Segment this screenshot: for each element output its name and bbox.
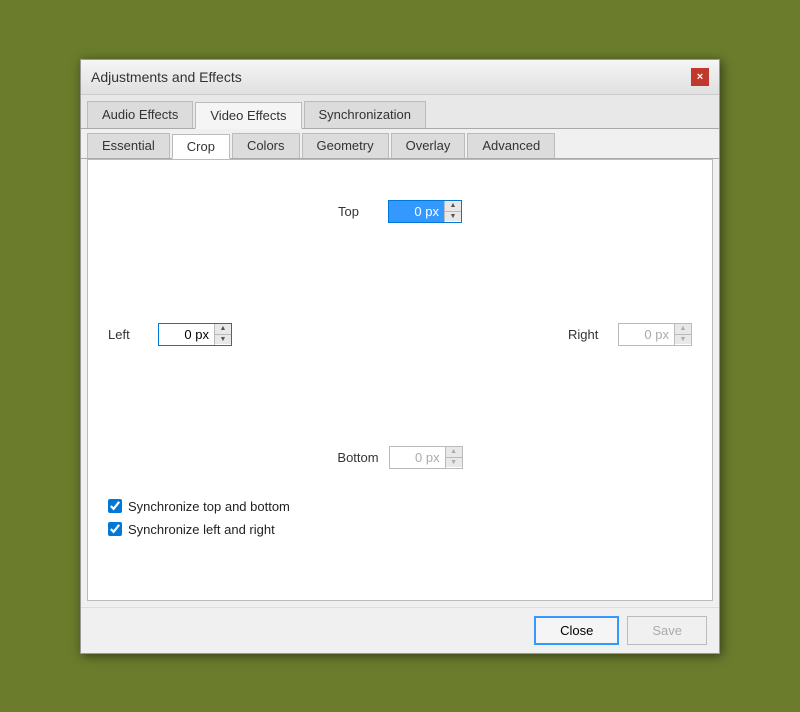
left-input[interactable] bbox=[159, 324, 214, 345]
bottom-row: Bottom ▲ ▼ bbox=[337, 446, 462, 469]
save-button[interactable]: Save bbox=[627, 616, 707, 645]
right-spin-down[interactable]: ▼ bbox=[675, 334, 691, 344]
left-spin-up[interactable]: ▲ bbox=[215, 324, 231, 334]
left-spin-buttons: ▲ ▼ bbox=[214, 324, 231, 345]
left-group: Left ▲ ▼ bbox=[108, 323, 232, 346]
adjustments-effects-dialog: Adjustments and Effects × Audio Effects … bbox=[80, 59, 720, 654]
top-spin-input[interactable]: ▲ ▼ bbox=[388, 200, 462, 223]
dialog-footer: Close Save bbox=[81, 607, 719, 653]
left-spin-down[interactable]: ▼ bbox=[215, 334, 231, 344]
checkboxes-group: Synchronize top and bottom Synchronize l… bbox=[108, 499, 290, 537]
sync-top-bottom-checkbox[interactable] bbox=[108, 499, 122, 513]
tab-audio-effects[interactable]: Audio Effects bbox=[87, 101, 193, 128]
close-button[interactable]: Close bbox=[534, 616, 619, 645]
tab-overlay[interactable]: Overlay bbox=[391, 133, 466, 158]
tab-geometry[interactable]: Geometry bbox=[302, 133, 389, 158]
left-label: Left bbox=[108, 327, 148, 342]
bottom-input[interactable] bbox=[390, 447, 445, 468]
right-spin-buttons: ▲ ▼ bbox=[674, 324, 691, 345]
crop-grid: Top ▲ ▼ Left ▲ ▼ bbox=[108, 180, 692, 580]
title-bar: Adjustments and Effects × bbox=[81, 60, 719, 95]
tab-essential[interactable]: Essential bbox=[87, 133, 170, 158]
top-spin-down[interactable]: ▼ bbox=[445, 211, 461, 221]
bottom-spin-input[interactable]: ▲ ▼ bbox=[389, 446, 463, 469]
bottom-spin-down[interactable]: ▼ bbox=[446, 457, 462, 467]
tab-advanced[interactable]: Advanced bbox=[467, 133, 555, 158]
bottom-label: Bottom bbox=[337, 450, 378, 465]
right-input[interactable] bbox=[619, 324, 674, 345]
right-group: Right ▲ ▼ bbox=[568, 323, 692, 346]
dialog-title: Adjustments and Effects bbox=[91, 69, 242, 85]
top-input[interactable] bbox=[389, 201, 444, 222]
tab-synchronization[interactable]: Synchronization bbox=[304, 101, 427, 128]
sync-top-bottom-label: Synchronize top and bottom bbox=[128, 499, 290, 514]
main-tab-bar: Audio Effects Video Effects Synchronizat… bbox=[81, 95, 719, 129]
right-spin-input[interactable]: ▲ ▼ bbox=[618, 323, 692, 346]
top-spin-up[interactable]: ▲ bbox=[445, 201, 461, 211]
sub-tab-bar: Essential Crop Colors Geometry Overlay A… bbox=[81, 129, 719, 159]
bottom-spin-up[interactable]: ▲ bbox=[446, 447, 462, 457]
sync-top-bottom-row: Synchronize top and bottom bbox=[108, 499, 290, 514]
tab-crop[interactable]: Crop bbox=[172, 134, 230, 159]
bottom-spin-buttons: ▲ ▼ bbox=[445, 447, 462, 468]
close-icon[interactable]: × bbox=[691, 68, 709, 86]
top-spin-buttons: ▲ ▼ bbox=[444, 201, 461, 222]
sync-left-right-label: Synchronize left and right bbox=[128, 522, 275, 537]
tab-video-effects[interactable]: Video Effects bbox=[195, 102, 301, 129]
left-spin-input[interactable]: ▲ ▼ bbox=[158, 323, 232, 346]
sync-left-right-checkbox[interactable] bbox=[108, 522, 122, 536]
top-label: Top bbox=[338, 204, 378, 219]
right-label: Right bbox=[568, 327, 608, 342]
crop-content: Top ▲ ▼ Left ▲ ▼ bbox=[87, 159, 713, 601]
tab-colors[interactable]: Colors bbox=[232, 133, 300, 158]
right-spin-up[interactable]: ▲ bbox=[675, 324, 691, 334]
middle-row: Left ▲ ▼ Right ▲ ▼ bbox=[108, 323, 692, 346]
sync-left-right-row: Synchronize left and right bbox=[108, 522, 290, 537]
top-row: Top ▲ ▼ bbox=[338, 200, 462, 223]
